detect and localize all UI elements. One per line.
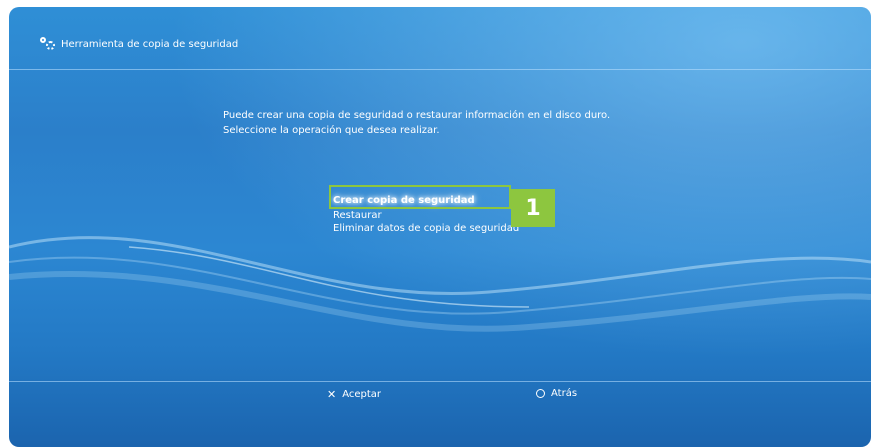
- cross-icon: ✕: [327, 388, 337, 401]
- back-button[interactable]: Atrás: [536, 388, 577, 399]
- screen-header: Herramienta de copia de seguridad: [40, 37, 238, 51]
- step-number-badge: 1: [511, 189, 555, 227]
- circle-icon: [536, 389, 545, 398]
- footer-divider: [9, 381, 871, 382]
- instruction-message: Puede crear una copia de seguridad o res…: [223, 108, 610, 138]
- message-line-2: Seleccione la operación que desea realiz…: [223, 125, 440, 136]
- tools-icon: [40, 37, 56, 51]
- accept-button[interactable]: ✕ Aceptar: [327, 388, 381, 401]
- message-line-1: Puede crear una copia de seguridad o res…: [223, 110, 611, 121]
- selection-highlight-box: [329, 185, 511, 209]
- header-divider: [9, 69, 871, 70]
- accept-label: Aceptar: [342, 389, 382, 400]
- menu-item-restore[interactable]: Restaurar: [333, 209, 519, 222]
- back-label: Atrás: [551, 388, 578, 399]
- screen-title: Herramienta de copia de seguridad: [61, 38, 239, 50]
- menu-item-delete-backup[interactable]: Eliminar datos de copia de seguridad: [333, 222, 519, 235]
